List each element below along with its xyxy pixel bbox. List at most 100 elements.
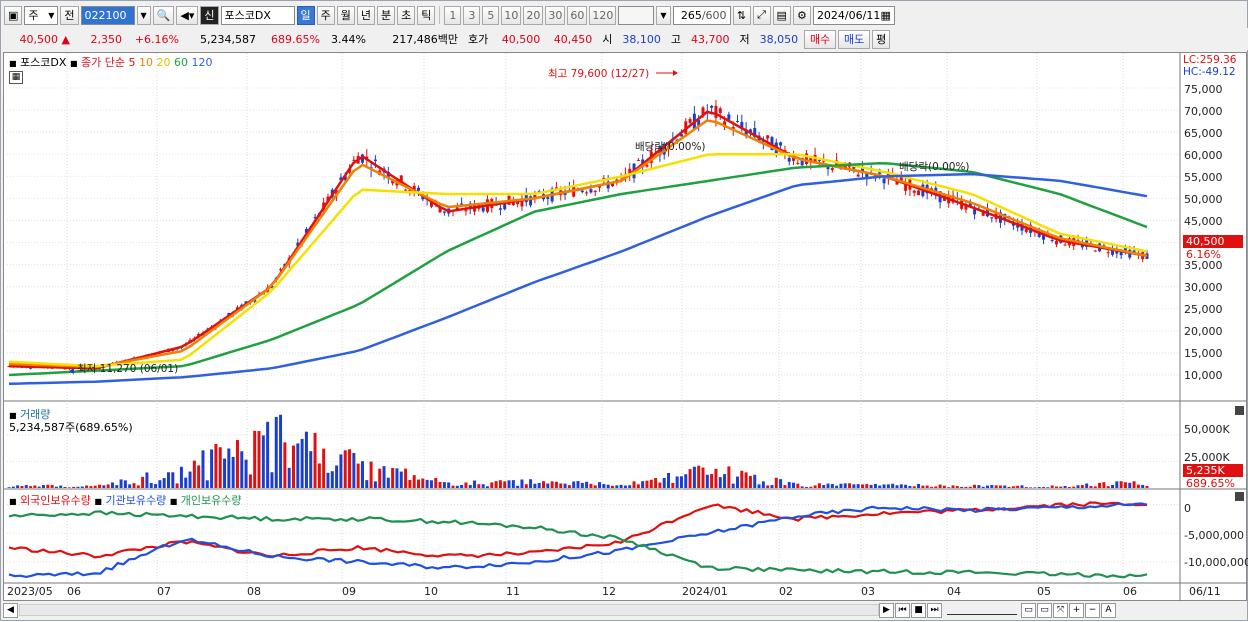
scroll-track[interactable] <box>19 604 879 616</box>
buy-button[interactable]: 매수 <box>804 29 837 49</box>
tab-week[interactable]: 주 <box>316 5 335 25</box>
high-label: 고 <box>670 33 681 46</box>
count-field[interactable]: 265/600 <box>672 5 731 25</box>
ma-period-5: 5 <box>128 56 136 69</box>
zoom-slider[interactable] <box>947 605 1017 615</box>
quote-bar: 40,500 ▲ 2,350 +6.16% 5,234,587 689.65% … <box>1 28 1248 50</box>
panel-icon[interactable]: ▭ <box>1021 602 1036 618</box>
interval-3-button[interactable]: 3 <box>463 5 481 25</box>
x-tick: 09 <box>342 585 356 598</box>
tab-day[interactable]: 일 <box>296 5 315 25</box>
scroll-left-icon[interactable]: ◀ <box>3 602 18 618</box>
tab-tick[interactable]: 틱 <box>417 5 436 25</box>
crosshair-icon[interactable]: ⤧ <box>1053 602 1068 618</box>
save-icon[interactable]: ▤ <box>772 5 791 25</box>
y-tick: 15,000 <box>1184 347 1223 360</box>
chart-area[interactable] <box>3 52 1247 601</box>
y-tick: 25,000 <box>1184 303 1223 316</box>
change-pct-value: +6.16% <box>134 32 179 46</box>
table-icon[interactable]: ▦ <box>9 71 23 84</box>
y-tick: 75,000 <box>1184 83 1223 96</box>
tab-second[interactable]: 초 <box>397 5 416 25</box>
interval-1-button[interactable]: 1 <box>444 5 462 25</box>
x-tick: 06 <box>1123 585 1137 598</box>
layout-icon[interactable]: ▣ <box>4 5 23 25</box>
low-annotation: 최저 11,270 (06/01) <box>77 363 179 375</box>
change-value: 2,350 <box>90 32 123 46</box>
bullet-icon: ■ <box>69 59 78 68</box>
stock-name-field[interactable]: 포스코DX <box>220 5 295 25</box>
scroll-right-icon[interactable]: ▶ <box>879 602 894 618</box>
interval-custom-input[interactable] <box>618 5 655 25</box>
interval-10-button[interactable]: 10 <box>501 5 522 25</box>
interval-dropdown-icon[interactable]: ▼ <box>656 5 671 25</box>
open-value: 38,100 <box>622 32 661 46</box>
text-icon[interactable]: A <box>1101 602 1116 618</box>
high-annotation: 최고 79,600 (12/27) <box>548 68 650 80</box>
stock-badge: 신 <box>200 5 219 25</box>
y-tick: 30,000 <box>1184 281 1223 294</box>
count-total: /600 <box>701 8 727 22</box>
volume-value: 5,234,587 <box>200 32 256 46</box>
stock-code-input[interactable]: 022100 <box>80 5 135 25</box>
code-dropdown-icon[interactable]: ▼ <box>136 5 151 25</box>
holding-y-tick: 0 <box>1184 502 1191 515</box>
individual-holding-label: 개인보유수량 <box>180 494 242 507</box>
period-select[interactable]: 주 ▼ <box>24 5 59 25</box>
x-tick: 2023/05 <box>7 585 53 598</box>
tab-minute[interactable]: 분 <box>377 5 396 25</box>
draw-tools-icon[interactable]: ⤢ <box>752 5 771 25</box>
volume-tag: 5,235K <box>1183 464 1243 477</box>
zoom-in-icon[interactable]: + <box>1069 602 1084 618</box>
stop-icon[interactable]: ■ <box>911 602 926 618</box>
interval-120-button[interactable]: 120 <box>589 5 617 25</box>
institution-holding-label: 기관보유수량 <box>105 494 167 507</box>
chart-window: ▣ 주 ▼ 전 022100 ▼ 🔍 ◀▾ 신 포스코DX 일 주 월 년 분 초… <box>0 0 1248 621</box>
sound-icon[interactable]: ◀▾ <box>176 5 199 25</box>
tab-month[interactable]: 월 <box>336 5 355 25</box>
amount-value: 217,486백만 <box>392 33 458 46</box>
date-value: 2024/06/11 <box>816 8 881 22</box>
holding-y-tick: -5,000,000 <box>1184 529 1244 542</box>
low-value: 38,050 <box>759 32 799 46</box>
chart-tools-icon[interactable]: ⇅ <box>732 5 751 25</box>
y-tick: 50,000 <box>1184 193 1223 206</box>
ma-period-60: 60 <box>173 56 188 69</box>
open-label: 시 <box>602 33 613 46</box>
y-tick: 10,000 <box>1184 369 1223 382</box>
interval-60-button[interactable]: 60 <box>567 5 588 25</box>
panel-icon[interactable]: ▭ <box>1037 602 1052 618</box>
ma-period-10: 10 <box>138 56 153 69</box>
flat-button[interactable]: 평 <box>872 29 891 49</box>
last-page-icon[interactable]: ⏭ <box>927 602 942 618</box>
hc-label: HC:-49.12 <box>1183 66 1236 78</box>
bullet-icon: ■ <box>9 59 17 68</box>
lc-label: LC:259.36 <box>1183 54 1237 66</box>
prev-button[interactable]: 전 <box>60 5 79 25</box>
toolbar-main: ▣ 주 ▼ 전 022100 ▼ 🔍 ◀▾ 신 포스코DX 일 주 월 년 분 초… <box>1 4 1248 26</box>
price-legend: ■ 포스코DX ■ 종가 단순 5 10 20 60 120 <box>9 54 212 70</box>
tab-year[interactable]: 년 <box>356 5 375 25</box>
bid-value: 40,450 <box>553 32 593 46</box>
first-page-icon[interactable]: ⏮ <box>895 602 910 618</box>
price-value: 40,500 ▲ <box>4 33 74 46</box>
last-price-tag: 40,500 <box>1183 235 1243 248</box>
volume-pct-tag: 689.65% <box>1186 477 1235 490</box>
panel-close-icon[interactable] <box>1235 492 1244 501</box>
gear-icon[interactable]: ⚙ <box>792 5 811 25</box>
period-select-value: 주 <box>28 9 39 22</box>
divider <box>439 6 441 24</box>
zoom-out-icon[interactable]: − <box>1085 602 1100 618</box>
y-tick: 60,000 <box>1184 149 1223 162</box>
bullet-icon: ■ <box>94 497 102 506</box>
sell-button[interactable]: 매도 <box>838 29 871 49</box>
ma-period-120: 120 <box>191 56 213 69</box>
search-icon[interactable]: 🔍 <box>152 5 175 25</box>
x-tick: 12 <box>602 585 616 598</box>
panel-close-icon[interactable] <box>1235 406 1244 415</box>
interval-30-button[interactable]: 30 <box>545 5 566 25</box>
date-input[interactable]: 2024/06/11 ▦ <box>812 5 895 25</box>
interval-20-button[interactable]: 20 <box>523 5 544 25</box>
last-pct-tag: 6.16% <box>1186 248 1221 261</box>
interval-5-button[interactable]: 5 <box>482 5 500 25</box>
